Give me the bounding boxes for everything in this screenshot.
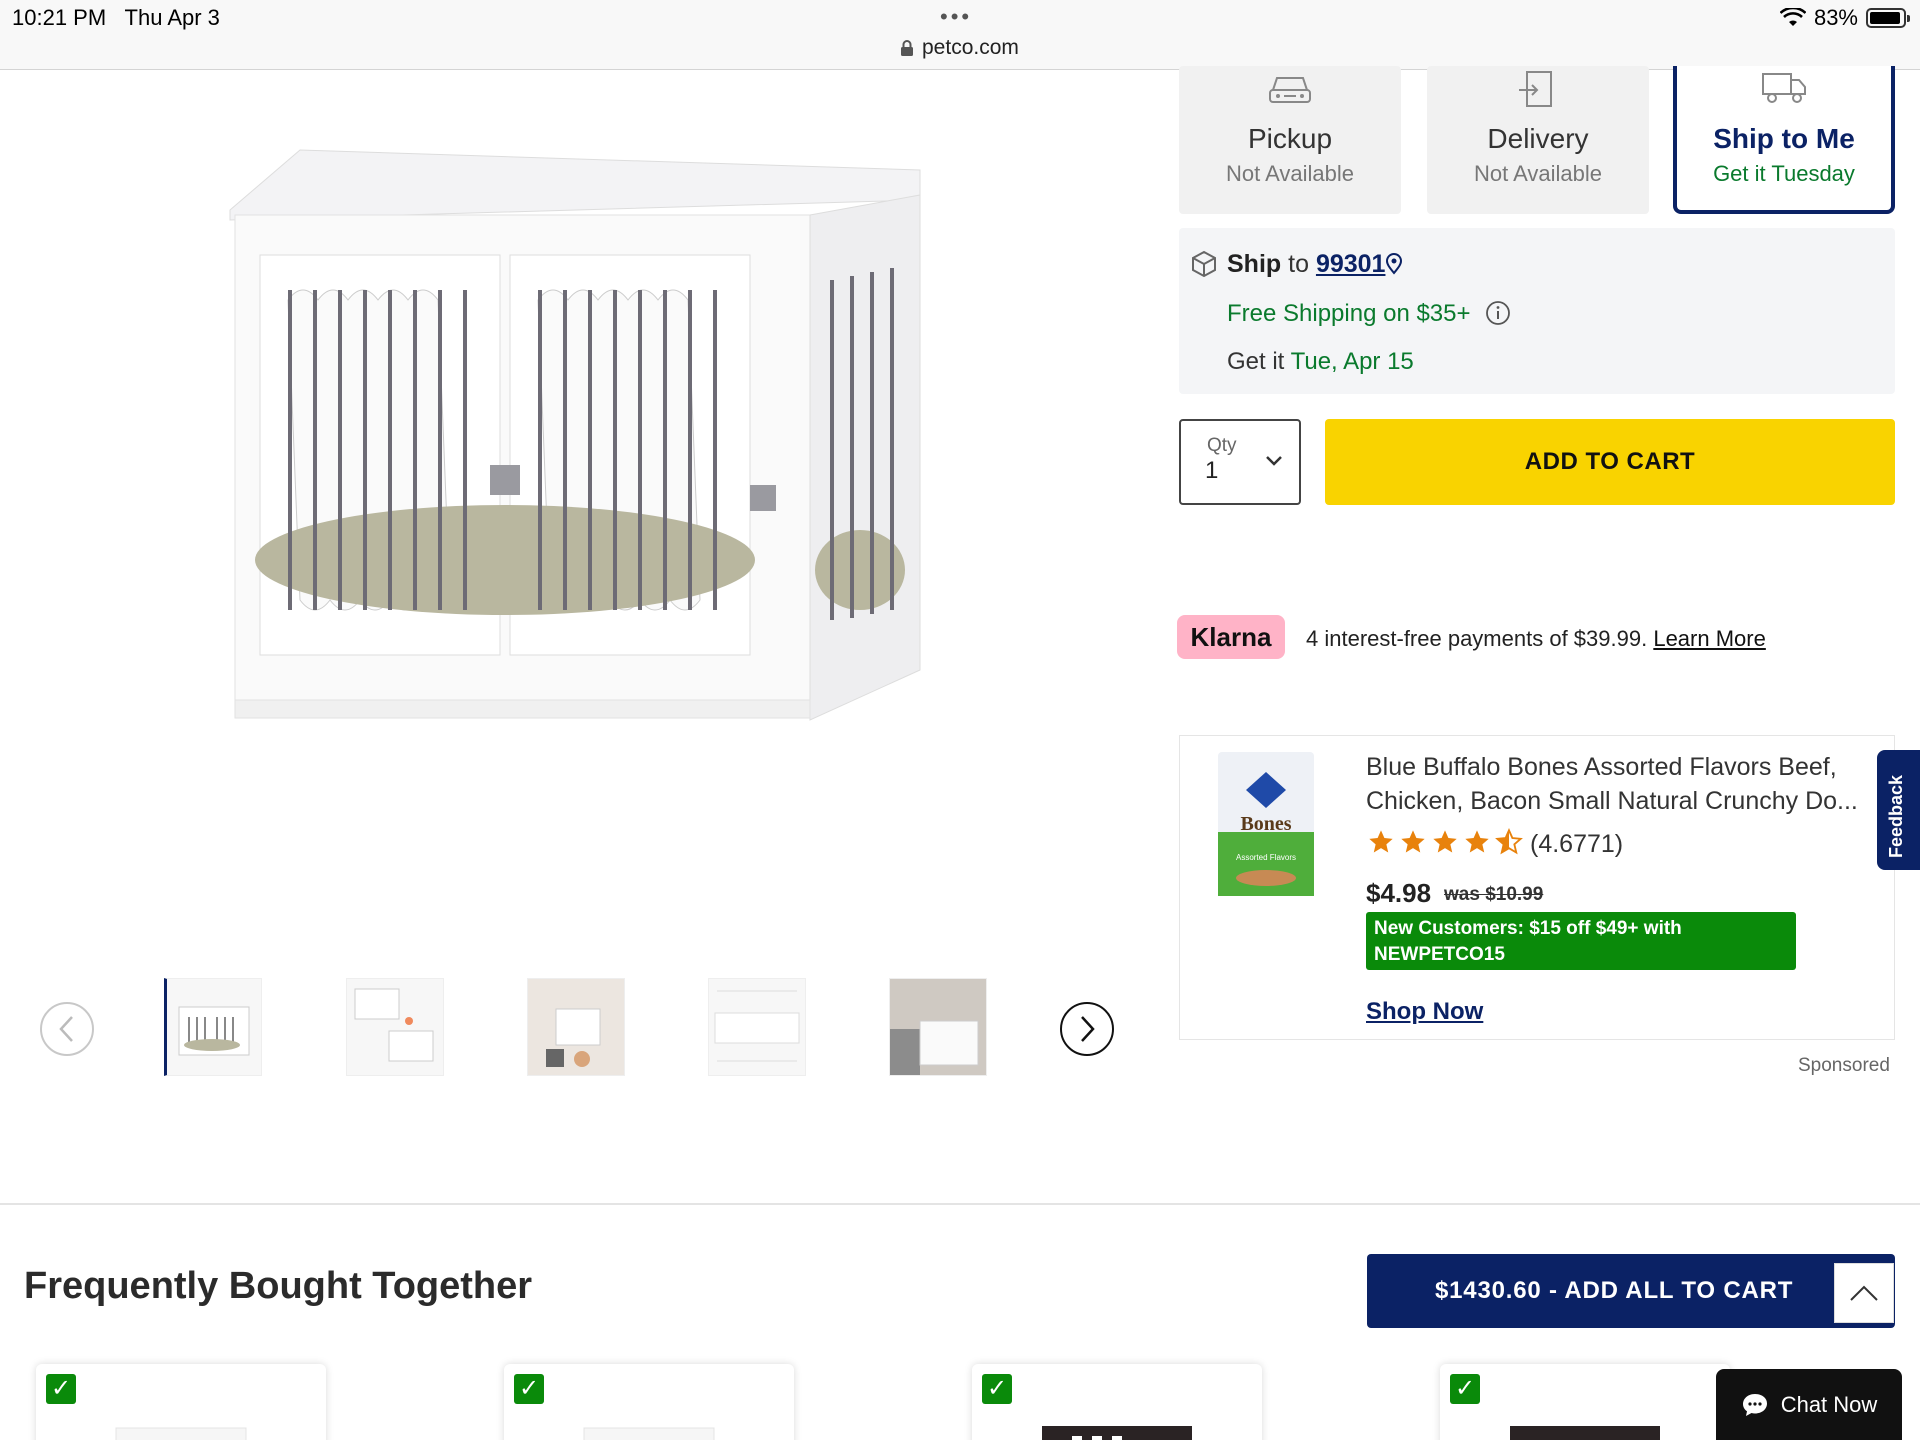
star-icon: [1433, 830, 1457, 853]
delivery-status: Not Available: [1473, 161, 1602, 186]
wifi-icon: [1779, 8, 1806, 26]
pickup-title: Pickup: [1247, 123, 1333, 154]
promo-line-1: New Customers: $15 off $49+ with: [1374, 918, 1682, 939]
was-price: was $10.99: [1444, 884, 1544, 905]
quantity-select[interactable]: Qty 1: [1179, 419, 1301, 505]
fbt-item-image: [1042, 1426, 1192, 1440]
ship-to-word: to: [1288, 250, 1309, 278]
gallery-prev-button[interactable]: [40, 1002, 94, 1056]
chevron-down-icon: [1266, 456, 1282, 466]
ad-title-line-2: Chicken, Bacon Small Natural Crunchy Do.…: [1366, 787, 1858, 815]
klarna-text: 4 interest-free payments of $39.99.: [1306, 626, 1648, 651]
feedback-tab[interactable]: Feedback: [1877, 750, 1920, 870]
fbt-item-card[interactable]: ✓: [36, 1364, 326, 1440]
checkmark-icon[interactable]: ✓: [46, 1374, 76, 1404]
ship-label: Ship: [1227, 250, 1282, 278]
browser-status-bar: 10:21 PM Thu Apr 3 ••• petco.com 83%: [0, 0, 1920, 70]
info-icon[interactable]: [1485, 300, 1511, 326]
product-main-image[interactable]: [220, 140, 940, 780]
date-text: Thu Apr 3: [124, 5, 220, 30]
fulfillment-pickup-option[interactable]: Pickup Not Available: [1179, 66, 1401, 214]
fbt-item-card[interactable]: ✓: [972, 1364, 1262, 1440]
fbt-item-image: [583, 1427, 715, 1440]
ship-title: Ship to Me: [1713, 123, 1855, 154]
lock-icon: [901, 40, 913, 56]
package-brand-text: Bones: [1240, 813, 1291, 835]
klarna-logo: Klarna: [1177, 615, 1285, 659]
delivery-estimate: Get it Tue, Apr 15: [1227, 348, 1414, 376]
address-bar[interactable]: petco.com: [900, 36, 1019, 60]
klarna-message: 4 interest-free payments of $39.99. Lear…: [1306, 626, 1766, 652]
shipping-info-panel: Ship to 99301 Free Shipping on $35+ Get …: [1179, 228, 1895, 394]
fbt-item-image: [115, 1427, 247, 1440]
fbt-item-image: [1510, 1426, 1660, 1440]
pickup-status: Not Available: [1225, 161, 1354, 186]
checkmark-icon[interactable]: ✓: [514, 1374, 544, 1404]
chat-now-label: Chat Now: [1780, 1391, 1878, 1417]
chevron-right-icon: [1081, 1016, 1095, 1042]
feedback-label: Feedback: [1886, 774, 1906, 858]
package-icon: [1192, 250, 1216, 278]
frequently-bought-title: Frequently Bought Together: [24, 1265, 533, 1307]
free-shipping-text: Free Shipping on $35+: [1227, 300, 1471, 327]
get-it-prefix: Get it: [1227, 348, 1285, 375]
package-sub-text: Assorted Flavors: [1236, 853, 1296, 862]
star-icon: [1401, 830, 1425, 853]
gallery-thumb-5[interactable]: [889, 978, 987, 1076]
star-icon: [1369, 830, 1393, 853]
add-to-cart-button[interactable]: ADD TO CART: [1325, 419, 1895, 505]
ad-title-line-1: Blue Buffalo Bones Assorted Flavors Beef…: [1366, 753, 1837, 781]
ship-to-line: Ship to 99301: [1227, 250, 1403, 279]
qty-value: 1: [1205, 457, 1219, 484]
sponsored-product-title[interactable]: Blue Buffalo Bones Assorted Flavors Beef…: [1366, 750, 1886, 818]
chat-bubble-icon: [1742, 1393, 1767, 1416]
chat-now-button[interactable]: Chat Now: [1716, 1369, 1902, 1440]
shop-now-link[interactable]: Shop Now: [1366, 998, 1483, 1026]
battery-percent: 83%: [1813, 5, 1858, 30]
gallery-thumb-3[interactable]: [527, 978, 625, 1076]
zip-code-link[interactable]: 99301: [1316, 250, 1386, 278]
gallery-thumb-4[interactable]: [708, 978, 806, 1076]
half-star-icon: [1495, 828, 1523, 855]
delivery-title: Delivery: [1487, 123, 1589, 154]
fulfillment-delivery-option[interactable]: Delivery Not Available: [1427, 66, 1649, 214]
more-options-icon[interactable]: •••: [940, 4, 972, 30]
promo-code: NEWPETCO15: [1374, 944, 1505, 965]
chevron-up-icon: [1850, 1285, 1878, 1301]
star-rating: [1366, 828, 1524, 856]
checkmark-icon[interactable]: ✓: [982, 1374, 1012, 1404]
status-indicators: 83%: [1779, 5, 1910, 31]
truck-icon: [1762, 73, 1806, 103]
url-text: petco.com: [922, 36, 1019, 59]
rating-count: (4.6771): [1530, 830, 1624, 858]
gallery-thumb-2[interactable]: [346, 978, 444, 1076]
delivery-box-icon: [1519, 71, 1552, 107]
promo-badge: New Customers: $15 off $49+ with NEWPETC…: [1366, 912, 1796, 970]
gallery-next-button[interactable]: [1060, 1002, 1114, 1056]
qty-label: Qty: [1207, 435, 1237, 456]
checkmark-icon[interactable]: ✓: [1450, 1374, 1480, 1404]
status-time: 10:21 PM Thu Apr 3: [12, 5, 220, 31]
ship-status: Get it Tuesday: [1713, 161, 1855, 186]
sale-price: $4.98: [1366, 878, 1432, 908]
delivery-date: Tue, Apr 15: [1290, 348, 1414, 375]
free-shipping-line: Free Shipping on $35+: [1227, 300, 1511, 328]
add-all-to-cart-button[interactable]: $1430.60 - ADD ALL TO CART: [1367, 1254, 1895, 1328]
scroll-to-top-button[interactable]: [1834, 1263, 1894, 1323]
time-text: 10:21 PM: [12, 5, 107, 30]
location-pin-icon[interactable]: [1385, 253, 1403, 275]
section-divider: [0, 1203, 1920, 1205]
sponsored-product-image[interactable]: Bones Assorted Flavors: [1216, 750, 1316, 898]
fulfillment-ship-option[interactable]: Ship to Me Get it Tuesday: [1673, 66, 1895, 214]
chevron-left-icon: [59, 1016, 73, 1042]
fbt-item-card[interactable]: ✓: [504, 1364, 794, 1440]
gallery-thumb-1[interactable]: [164, 978, 262, 1076]
fbt-item-card[interactable]: ✓: [1440, 1364, 1730, 1440]
battery-icon: [1866, 8, 1910, 28]
sponsored-label: Sponsored: [1798, 1055, 1890, 1076]
star-icon: [1465, 830, 1489, 853]
car-icon: [1269, 77, 1311, 103]
sponsored-product-card[interactable]: Bones Assorted Flavors Blue Buffalo Bone…: [1179, 735, 1895, 1040]
klarna-learn-more-link[interactable]: Learn More: [1653, 626, 1766, 651]
